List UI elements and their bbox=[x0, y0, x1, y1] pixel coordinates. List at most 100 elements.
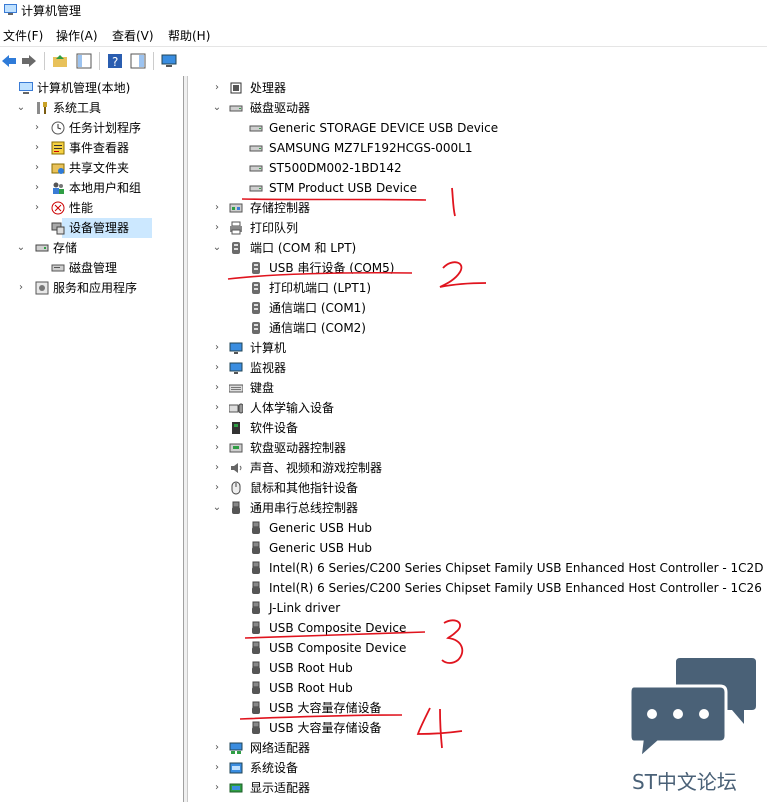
tree-item[interactable]: › 性能 bbox=[0, 198, 183, 218]
chevron-right-icon[interactable]: › bbox=[212, 358, 222, 378]
device-category[interactable]: › 声音、视频和游戏控制器 bbox=[188, 458, 767, 478]
device-category[interactable]: ⌄ 磁盘驱动器 bbox=[188, 98, 767, 118]
chevron-down-icon[interactable]: ⌄ bbox=[212, 98, 222, 118]
device-label: 监视器 bbox=[250, 361, 287, 375]
device-label: 键盘 bbox=[250, 381, 275, 395]
device-category[interactable]: › 软盘驱动器控制器 bbox=[188, 438, 767, 458]
chevron-right-icon[interactable]: › bbox=[32, 178, 42, 198]
device-label: Generic STORAGE DEVICE USB Device bbox=[269, 121, 499, 135]
chevron-right-icon[interactable]: › bbox=[212, 458, 222, 478]
tree-item[interactable]: › 服务和应用程序 bbox=[0, 278, 183, 298]
device-item[interactable]: USB 串行设备 (COM5) bbox=[188, 258, 767, 278]
storage-controller-icon bbox=[229, 201, 243, 215]
tree-item[interactable]: › 本地用户和组 bbox=[0, 178, 183, 198]
display-adapter-icon bbox=[229, 781, 243, 795]
chevron-right-icon[interactable]: › bbox=[212, 738, 222, 758]
device-category[interactable]: ⌄ 端口 (COM 和 LPT) bbox=[188, 238, 767, 258]
chevron-down-icon[interactable]: ⌄ bbox=[16, 238, 26, 258]
device-item[interactable]: Generic STORAGE DEVICE USB Device bbox=[188, 118, 767, 138]
device-label: 磁盘驱动器 bbox=[250, 101, 311, 115]
chevron-down-icon[interactable]: ⌄ bbox=[16, 98, 26, 118]
device-item[interactable]: J-Link driver bbox=[188, 598, 767, 618]
chevron-right-icon[interactable]: › bbox=[212, 438, 222, 458]
chevron-right-icon[interactable]: › bbox=[212, 218, 222, 238]
device-item[interactable]: 通信端口 (COM1) bbox=[188, 298, 767, 318]
chip-icon bbox=[229, 81, 243, 95]
forward-arrow-icon[interactable] bbox=[20, 52, 38, 70]
shared-folder-icon bbox=[51, 161, 65, 175]
device-item[interactable]: SAMSUNG MZ7LF192HCGS-000L1 bbox=[188, 138, 767, 158]
chevron-down-icon[interactable]: ⌄ bbox=[212, 238, 222, 258]
menu-view[interactable]: 查看(V) bbox=[112, 27, 154, 44]
device-item[interactable]: USB Composite Device bbox=[188, 638, 767, 658]
device-category[interactable]: › 软件设备 bbox=[188, 418, 767, 438]
device-category[interactable]: ⌄ 通用串行总线控制器 bbox=[188, 498, 767, 518]
console-tree: 计算机管理(本地) ⌄ 系统工具 › 任务计划程序 › 事件查看器 › 共享文件夹 › 本地用户和组… bbox=[0, 76, 184, 802]
computer-management-icon bbox=[4, 3, 17, 16]
tree-item-label: 任务计划程序 bbox=[69, 121, 142, 135]
usb-icon bbox=[249, 701, 263, 715]
device-item[interactable]: STM Product USB Device bbox=[188, 178, 767, 198]
chevron-right-icon[interactable]: › bbox=[212, 778, 222, 798]
device-item[interactable]: Generic USB Hub bbox=[188, 518, 767, 538]
device-category[interactable]: › 打印队列 bbox=[188, 218, 767, 238]
chevron-right-icon[interactable]: › bbox=[212, 758, 222, 778]
device-category[interactable]: › 鼠标和其他指针设备 bbox=[188, 478, 767, 498]
usb-icon bbox=[249, 601, 263, 615]
tree-item[interactable]: ⌄ 存储 bbox=[0, 238, 183, 258]
chevron-right-icon[interactable]: › bbox=[212, 78, 222, 98]
chevron-right-icon[interactable]: › bbox=[212, 338, 222, 358]
tree-item[interactable]: › 任务计划程序 bbox=[0, 118, 183, 138]
device-category[interactable]: › 处理器 bbox=[188, 78, 767, 98]
printer-icon bbox=[229, 221, 243, 235]
tree-item[interactable]: ⌄ 系统工具 bbox=[0, 98, 183, 118]
disk-drive-icon bbox=[249, 161, 263, 175]
device-category[interactable]: › 存储控制器 bbox=[188, 198, 767, 218]
device-item[interactable]: Generic USB Hub bbox=[188, 538, 767, 558]
port-icon bbox=[249, 301, 263, 315]
clock-icon bbox=[51, 121, 65, 135]
tree-item[interactable]: › 共享文件夹 bbox=[0, 158, 183, 178]
back-arrow-icon[interactable] bbox=[0, 52, 18, 70]
tree-item[interactable]: › 事件查看器 bbox=[0, 138, 183, 158]
menu-help[interactable]: 帮助(H) bbox=[168, 27, 210, 44]
monitor-icon[interactable] bbox=[160, 52, 178, 70]
device-category[interactable]: › 人体学输入设备 bbox=[188, 398, 767, 418]
chevron-right-icon[interactable]: › bbox=[212, 418, 222, 438]
chevron-right-icon[interactable]: › bbox=[32, 118, 42, 138]
device-item[interactable]: 通信端口 (COM2) bbox=[188, 318, 767, 338]
device-label: Intel(R) 6 Series/C200 Series Chipset Fa… bbox=[269, 581, 762, 595]
device-item[interactable]: USB Composite Device bbox=[188, 618, 767, 638]
device-item[interactable]: 打印机端口 (LPT1) bbox=[188, 278, 767, 298]
device-category[interactable]: › 计算机 bbox=[188, 338, 767, 358]
device-category[interactable]: › 键盘 bbox=[188, 378, 767, 398]
menu-action[interactable]: 操作(A) bbox=[56, 27, 98, 44]
chevron-right-icon[interactable]: › bbox=[212, 478, 222, 498]
device-category[interactable]: › 监视器 bbox=[188, 358, 767, 378]
chevron-right-icon[interactable]: › bbox=[212, 198, 222, 218]
chevron-right-icon[interactable]: › bbox=[16, 278, 26, 298]
monitor-icon bbox=[229, 361, 243, 375]
tree-item[interactable]: 磁盘管理 bbox=[0, 258, 183, 278]
chevron-down-icon[interactable]: ⌄ bbox=[212, 498, 222, 518]
tree-item-label: 本地用户和组 bbox=[69, 181, 142, 195]
tree-item[interactable]: 计算机管理(本地) bbox=[0, 78, 183, 98]
chevron-right-icon[interactable]: › bbox=[32, 198, 42, 218]
device-item[interactable]: ST500DM002-1BD142 bbox=[188, 158, 767, 178]
performance-icon bbox=[51, 201, 65, 215]
tree-item[interactable]: 设备管理器 bbox=[51, 218, 152, 238]
device-item[interactable]: Intel(R) 6 Series/C200 Series Chipset Fa… bbox=[188, 558, 767, 578]
chevron-right-icon[interactable]: › bbox=[32, 138, 42, 158]
chevron-right-icon[interactable]: › bbox=[212, 378, 222, 398]
device-label: 软盘驱动器控制器 bbox=[250, 441, 347, 455]
chevron-right-icon[interactable]: › bbox=[212, 398, 222, 418]
up-folder-icon[interactable] bbox=[51, 52, 69, 70]
console-tree-icon[interactable] bbox=[75, 52, 93, 70]
menu-file[interactable]: 文件(F) bbox=[3, 27, 43, 44]
show-hide-pane-icon[interactable] bbox=[129, 52, 147, 70]
system-device-icon bbox=[229, 761, 243, 775]
disk-drive-icon bbox=[249, 141, 263, 155]
chevron-right-icon[interactable]: › bbox=[32, 158, 42, 178]
help-icon[interactable]: ? bbox=[106, 52, 124, 70]
device-item[interactable]: Intel(R) 6 Series/C200 Series Chipset Fa… bbox=[188, 578, 767, 598]
